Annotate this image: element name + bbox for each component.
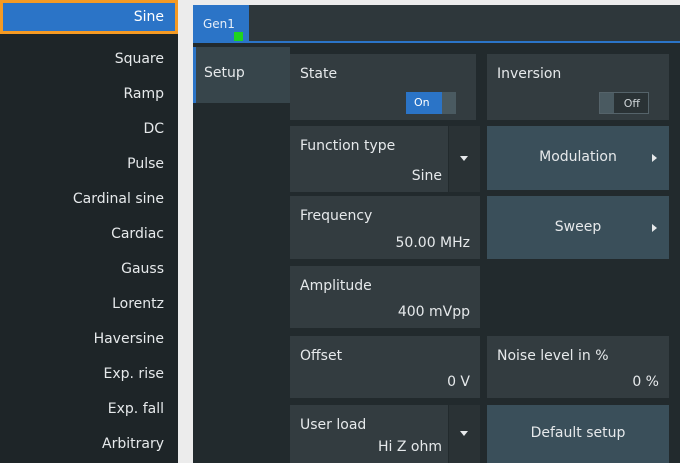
amplitude-value: 400 mVpp [397,304,470,320]
sweep-label: Sweep [554,218,602,235]
inversion-label: Inversion [497,66,562,82]
function-item-ramp[interactable]: Ramp [0,77,178,111]
function-item-pulse[interactable]: Pulse [0,147,178,181]
function-type-card[interactable]: Function type Sine [290,126,480,192]
function-item-exp-rise[interactable]: Exp. rise [0,357,178,391]
function-item-lorentz[interactable]: Lorentz [0,287,178,321]
chevron-right-icon [652,223,657,232]
chevron-right-icon [652,154,657,162]
modulation-label: Modulation [539,149,617,165]
sweep-button[interactable]: Sweep [487,196,669,259]
frequency-label: Frequency [300,208,373,224]
inversion-toggle-knob [600,93,614,113]
offset-card[interactable]: Offset 0 V [290,336,480,398]
user-load-value: Hi Z ohm [378,439,442,455]
amplitude-card[interactable]: Amplitude 400 mVpp [290,266,480,328]
side-tab-setup[interactable]: Setup [193,47,290,103]
chevron-down-icon [460,431,468,436]
function-item-gauss[interactable]: Gauss [0,252,178,286]
user-load-dropdown[interactable] [448,405,480,463]
user-load-card[interactable]: User load Hi Z ohm [290,405,480,463]
default-setup-button[interactable]: Default setup [487,405,669,463]
noise-level-card[interactable]: Noise level in % 0 % [487,336,669,398]
inversion-card[interactable]: Inversion Off [487,54,669,120]
frequency-card[interactable]: Frequency 50.00 MHz [290,196,480,259]
gen1-active-indicator [234,32,243,41]
noise-level-label: Noise level in % [497,348,609,364]
default-setup-label: Default setup [530,425,626,441]
inversion-toggle[interactable]: Off [599,92,649,114]
inversion-toggle-text: Off [623,97,640,110]
function-item-sine[interactable]: Sine [0,0,178,34]
function-item-cardinal-sine[interactable]: Cardinal sine [0,182,178,216]
function-item-dc[interactable]: DC [0,112,178,146]
offset-label: Offset [300,348,343,364]
function-type-label: Function type [300,138,396,154]
frequency-value: 50.00 MHz [395,235,470,251]
noise-level-value: 0 % [632,374,659,390]
tab-bar: Gen1 [193,5,680,43]
state-card[interactable]: State On [290,54,476,120]
function-item-cardiac[interactable]: Cardiac [0,217,178,251]
function-item-arbitrary[interactable]: Arbitrary [0,427,178,461]
function-type-dropdown[interactable] [448,126,480,192]
generator-panel: Gen1 Setup State On Inversion Off Functi… [193,5,680,463]
state-toggle[interactable]: On [406,92,456,114]
function-item-haversine[interactable]: Haversine [0,322,178,356]
tab-gen1-label: Gen1 [203,17,235,31]
offset-value: 0 V [447,374,470,390]
user-load-label: User load [300,417,367,433]
chevron-down-icon [460,156,468,161]
state-toggle-knob [442,92,456,114]
side-tab-setup-label: Setup [204,65,245,81]
function-item-square[interactable]: Square [0,42,178,76]
function-list: Sine Square Ramp DC Pulse Cardinal sine … [0,0,178,463]
amplitude-label: Amplitude [300,278,372,294]
function-type-value: Sine [411,168,442,184]
state-toggle-text: On [414,96,430,109]
tab-gen1[interactable]: Gen1 [193,5,249,43]
modulation-button[interactable]: Modulation [487,126,669,190]
function-item-exp-fall[interactable]: Exp. fall [0,392,178,426]
state-label: State [300,66,338,82]
